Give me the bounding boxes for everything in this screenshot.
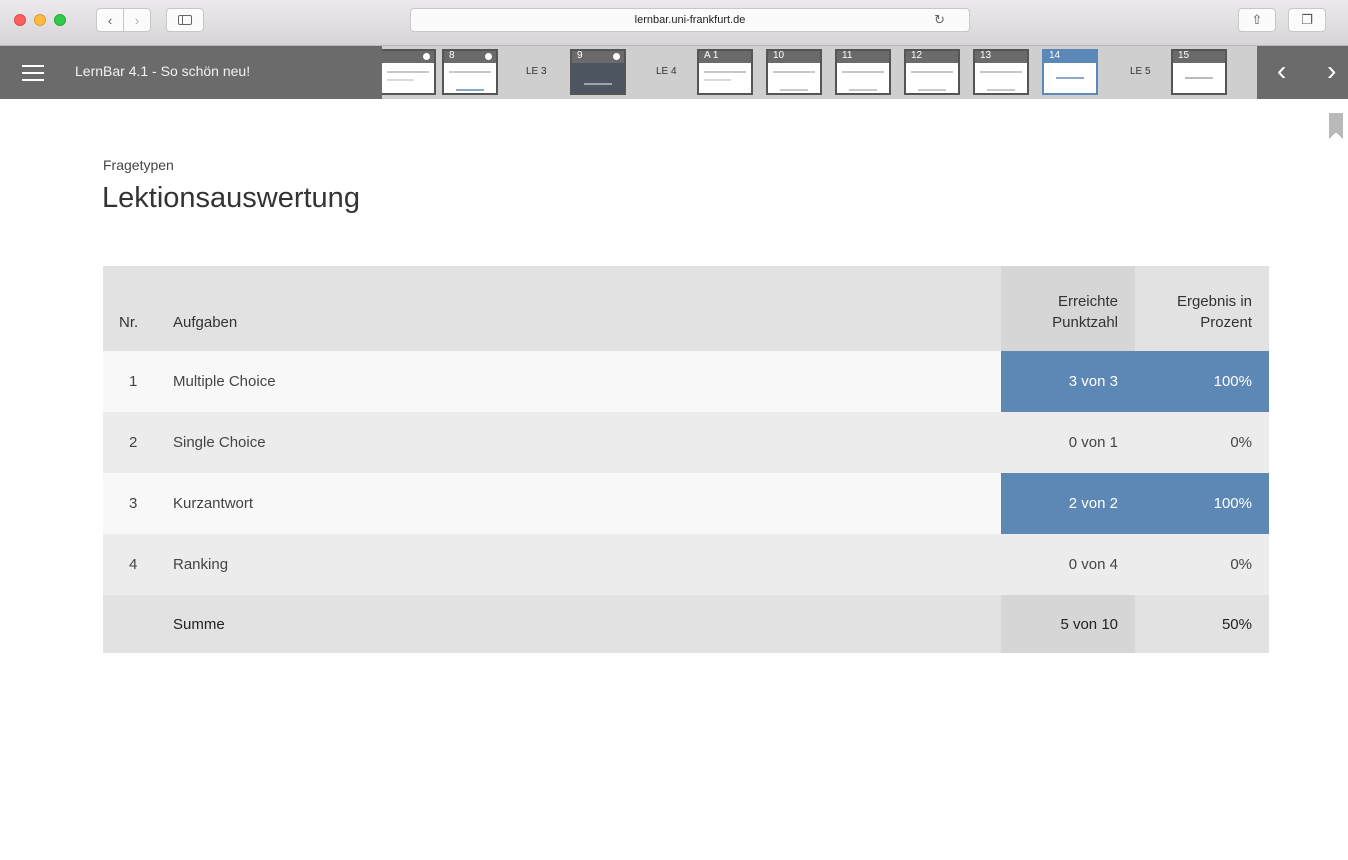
page-thumbnail-9[interactable]: 9 [570,49,626,95]
browser-back-button[interactable]: ‹ [96,8,124,32]
header-nr: Nr. [103,266,173,351]
tab-overview-button[interactable]: ❐ [1288,8,1326,32]
browser-toolbar: ‹ › lernbar.uni-frankfurt.de ↻ ⇧ ❐ [0,0,1348,46]
table-row: 2 Single Choice 0 von 1 0% [103,412,1269,473]
app-title: LernBar 4.1 - So schön neu! [75,63,251,79]
unit-label-le4: LE 4 [656,66,677,77]
menu-icon[interactable] [22,65,44,81]
table-row: 4 Ranking 0 von 4 0% [103,534,1269,595]
row-nr: 1 [103,351,173,412]
row-punkte: 3 von 3 [1001,351,1135,412]
page-thumbnail-13[interactable]: 13 [973,49,1029,95]
row-punkte: 0 von 1 [1001,412,1135,473]
page-thumbnail-10[interactable]: 10 [766,49,822,95]
summary-punkte: 5 von 10 [1001,595,1135,653]
row-punkte: 2 von 2 [1001,473,1135,534]
page-title: Lektionsauswertung [102,182,360,214]
sidebar-toggle-button[interactable] [166,8,204,32]
previous-page-button[interactable]: ‹ [1277,56,1286,86]
table-row: 3 Kurzantwort 2 von 2 100% [103,473,1269,534]
page-thumbnail[interactable] [382,49,436,95]
summary-row: Summe 5 von 10 50% [103,595,1269,653]
table-header-row: Nr. Aufgaben Erreichte Punktzahl Ergebnis… [103,266,1269,351]
page-thumbnail-14-active[interactable]: 14 [1042,49,1098,95]
row-prozent: 0% [1135,534,1269,595]
browser-forward-button[interactable]: › [123,8,151,32]
row-aufgabe: Kurzantwort [173,473,1001,534]
close-window-button[interactable] [14,14,26,26]
page-thumbnail-a1[interactable]: A 1 [697,49,753,95]
bookmark-icon[interactable] [1329,113,1343,139]
page-thumbnail-12[interactable]: 12 [904,49,960,95]
reload-icon[interactable]: ↻ [934,9,945,31]
summary-label: Summe [173,595,1001,653]
row-prozent: 0% [1135,412,1269,473]
page-thumbnail-15[interactable]: 15 [1171,49,1227,95]
row-nr: 3 [103,473,173,534]
header-aufgaben: Aufgaben [173,266,1001,351]
minimize-window-button[interactable] [34,14,46,26]
chevron-left-icon: ‹ [107,12,113,28]
header-punktzahl: Erreichte Punktzahl [1001,266,1135,351]
sidebar-icon [178,15,192,25]
chevron-right-icon: › [134,12,140,28]
app-header: LernBar 4.1 - So schön neu! 8 LE 3 9 LE … [0,46,1348,99]
next-page-button[interactable]: › [1327,56,1336,86]
address-bar[interactable]: lernbar.uni-frankfurt.de ↻ [410,8,970,32]
page-navigation: ‹ › [1257,46,1348,99]
row-nr: 2 [103,412,173,473]
header-prozent: Ergebnis in Prozent [1135,266,1269,351]
row-aufgabe: Ranking [173,534,1001,595]
row-prozent: 100% [1135,351,1269,412]
row-nr: 4 [103,534,173,595]
page-thumbnail-8[interactable]: 8 [442,49,498,95]
row-aufgabe: Multiple Choice [173,351,1001,412]
page-thumbnail-11[interactable]: 11 [835,49,891,95]
row-aufgabe: Single Choice [173,412,1001,473]
summary-prozent: 50% [1135,595,1269,653]
unit-label-le5: LE 5 [1130,66,1151,77]
share-icon: ⇧ [1251,12,1263,27]
table-row: 1 Multiple Choice 3 von 3 100% [103,351,1269,412]
row-prozent: 100% [1135,473,1269,534]
section-label: Fragetypen [103,157,174,173]
share-button[interactable]: ⇧ [1238,8,1276,32]
tabs-icon: ❐ [1301,12,1313,27]
unit-label-le3: LE 3 [526,66,547,77]
url-text: lernbar.uni-frankfurt.de [634,14,746,26]
maximize-window-button[interactable] [54,14,66,26]
row-punkte: 0 von 4 [1001,534,1135,595]
app-header-left: LernBar 4.1 - So schön neu! [0,46,382,99]
summary-nr [103,595,173,653]
results-table: Nr. Aufgaben Erreichte Punktzahl Ergebnis… [103,266,1269,653]
